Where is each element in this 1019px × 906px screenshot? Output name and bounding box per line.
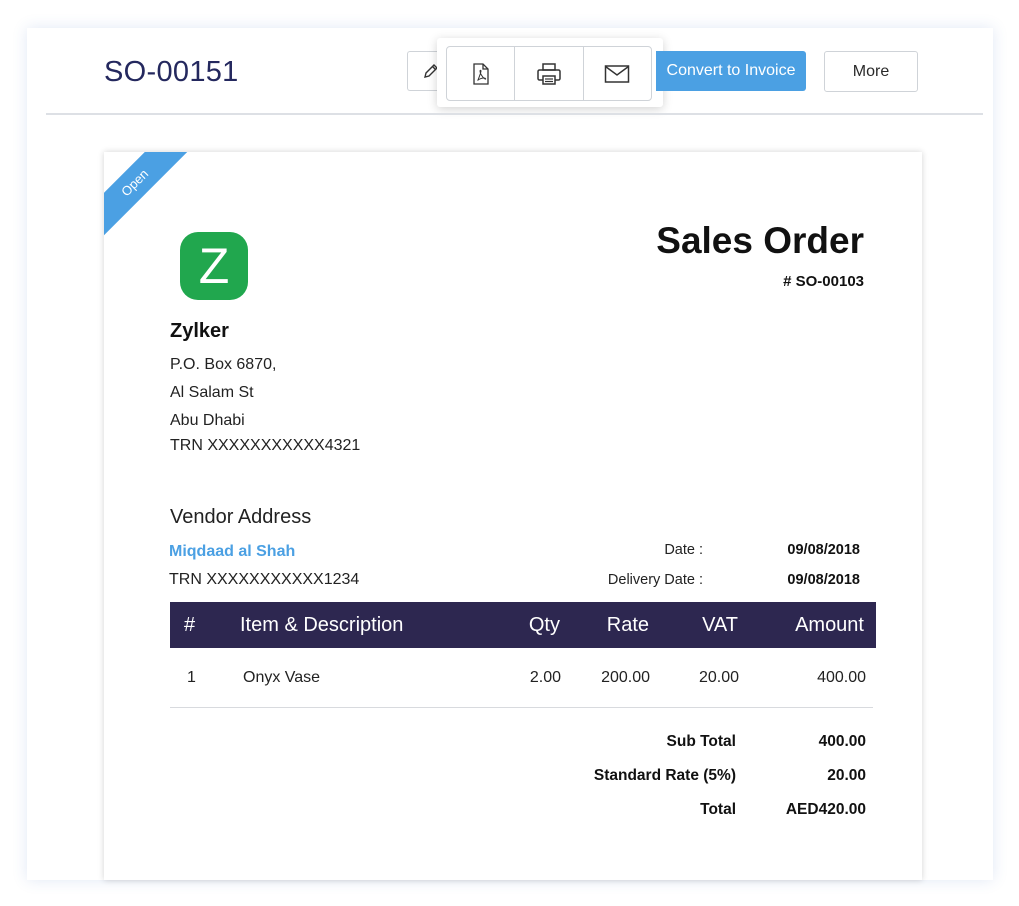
- cell-qty: 2.00: [529, 669, 561, 686]
- col-number: #: [184, 613, 196, 636]
- cell-amount: 400.00: [817, 669, 866, 686]
- header-divider: [46, 113, 983, 115]
- pdf-icon: [473, 62, 489, 85]
- print-button[interactable]: [514, 47, 582, 100]
- export-popover: [437, 38, 663, 107]
- page-title: SO-00151: [104, 56, 239, 88]
- row-divider: [170, 707, 873, 708]
- total-label: Total: [700, 801, 736, 818]
- document-number: # SO-00103: [783, 273, 864, 290]
- sales-order-document: Open Z Sales Order # SO-00103 Zylker P.O…: [104, 152, 922, 880]
- convert-to-invoice-button[interactable]: Convert to Invoice: [656, 51, 806, 91]
- mail-icon: [605, 64, 630, 83]
- status-ribbon: Open: [104, 152, 199, 247]
- items-table-header: # Item & Description Qty Rate VAT Amount: [170, 602, 876, 648]
- date-value: 09/08/2018: [787, 542, 860, 558]
- cell-rate: 200.00: [601, 669, 650, 686]
- more-button[interactable]: More: [824, 51, 918, 92]
- tax-label: Standard Rate (5%): [593, 767, 736, 784]
- company-address-line: Abu Dhabi: [170, 412, 245, 429]
- company-address-line: Al Salam St: [170, 384, 254, 401]
- vendor-section-title: Vendor Address: [170, 506, 312, 528]
- delivery-date-value: 09/08/2018: [787, 572, 860, 588]
- col-qty: Qty: [528, 613, 560, 636]
- cell-item: Onyx Vase: [243, 669, 321, 686]
- col-amount: Amount: [795, 613, 864, 636]
- company-address-line: P.O. Box 6870,: [170, 356, 277, 373]
- subtotal-label: Sub Total: [666, 733, 736, 750]
- pdf-button[interactable]: [447, 47, 514, 100]
- vendor-trn: TRN XXXXXXXXXXX1234: [169, 571, 360, 588]
- company-trn: TRN XXXXXXXXXXX4321: [170, 437, 361, 454]
- table-row: 1 Onyx Vase 2.00 200.00 20.00 400.00: [170, 655, 876, 701]
- print-icon: [537, 62, 561, 85]
- col-rate: Rate: [606, 613, 649, 636]
- total-value: AED420.00: [785, 801, 866, 818]
- subtotal-value: 400.00: [818, 733, 866, 750]
- col-vat: VAT: [702, 613, 738, 636]
- email-button[interactable]: [582, 47, 651, 100]
- date-label: Date :: [664, 542, 703, 558]
- cell-vat: 20.00: [698, 669, 739, 686]
- company-logo: Z: [180, 232, 248, 300]
- vendor-name-link[interactable]: Miqdaad al Shah: [169, 543, 295, 561]
- cell-number: 1: [187, 669, 196, 686]
- company-name: Zylker: [170, 320, 229, 342]
- tax-value: 20.00: [827, 767, 866, 784]
- document-heading: Sales Order: [656, 220, 864, 261]
- delivery-date-label: Delivery Date :: [607, 572, 703, 588]
- col-item: Item & Description: [240, 613, 404, 636]
